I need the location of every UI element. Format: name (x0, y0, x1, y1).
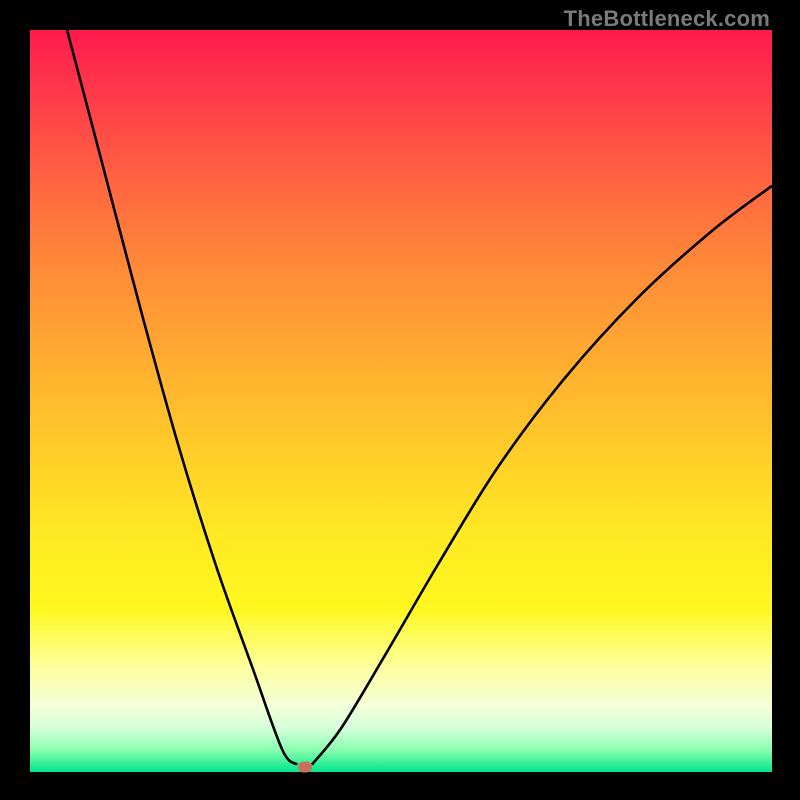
optimal-point-marker (298, 761, 312, 772)
watermark-text: TheBottleneck.com (564, 6, 770, 32)
curve-right-branch (312, 186, 772, 765)
bottleneck-curve (30, 30, 772, 772)
chart-frame: TheBottleneck.com (0, 0, 800, 800)
plot-area (30, 30, 772, 772)
curve-left-branch (67, 30, 297, 765)
